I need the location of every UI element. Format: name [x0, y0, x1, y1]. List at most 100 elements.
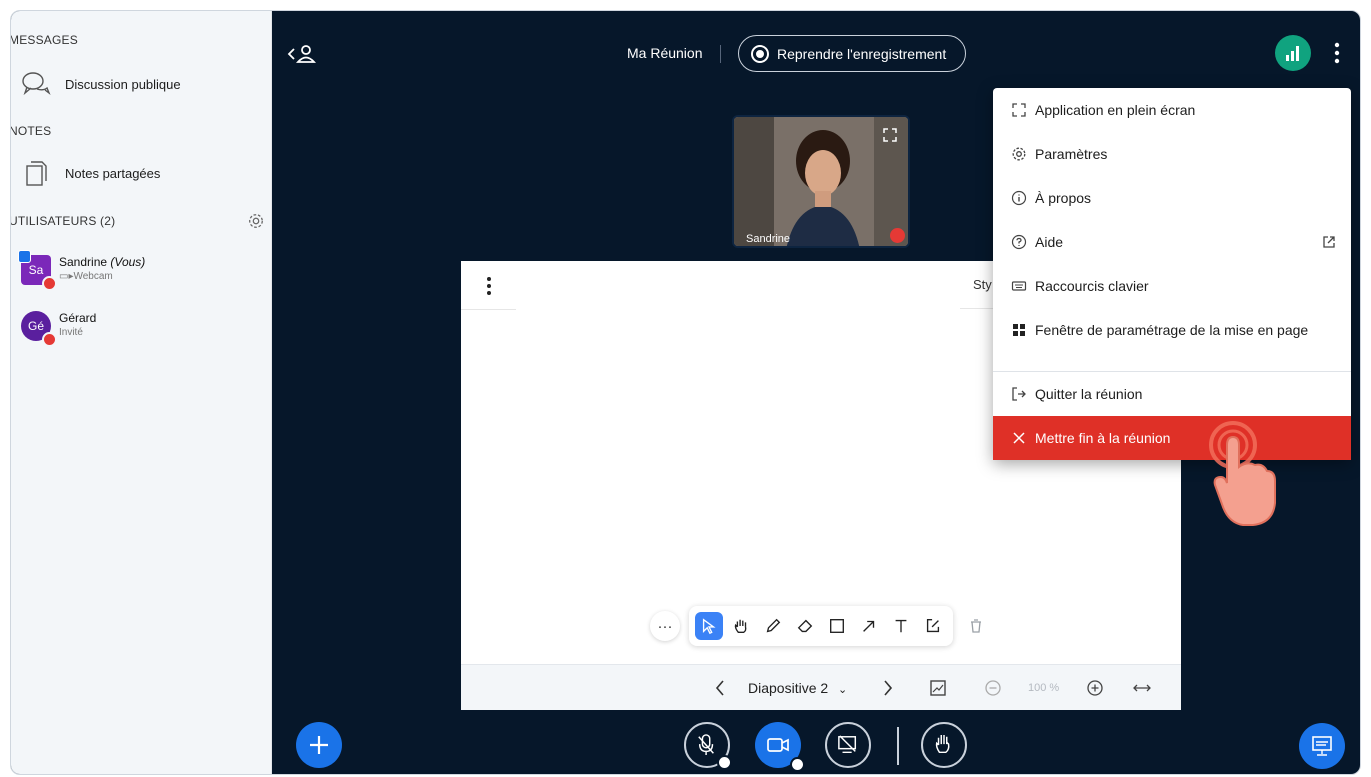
- user-name: Sandrine: [59, 255, 108, 269]
- fit-slide-icon[interactable]: [929, 679, 947, 697]
- cursor-arrow-icon: [702, 618, 716, 635]
- zoom-level: 100 %: [1028, 682, 1060, 694]
- menu-item-settings[interactable]: Paramètres: [993, 132, 1351, 176]
- notes-document-icon: [26, 161, 47, 186]
- raise-hand-icon: [935, 734, 950, 754]
- users-heading: UTILISATEURS (2): [10, 214, 116, 228]
- controls-divider: [897, 727, 899, 765]
- eraser-icon: [797, 619, 813, 633]
- menu-item-label: Aide: [1035, 234, 1064, 250]
- webcam-video-tile[interactable]: Sandrine: [732, 115, 910, 248]
- shared-notes-item[interactable]: Notes partagées: [21, 158, 160, 188]
- muted-mic-icon: [42, 276, 57, 291]
- toggle-users-panel-icon[interactable]: [287, 43, 317, 65]
- avatar-initials: Sa: [28, 263, 44, 277]
- video-muted-icon: [890, 228, 905, 243]
- user-name: Gérard: [59, 311, 97, 325]
- messages-heading: MESSAGES: [10, 33, 78, 47]
- presentation-screen-icon: [1312, 736, 1332, 756]
- keyboard-icon: [1011, 281, 1027, 291]
- screen-share-button[interactable]: [825, 722, 871, 768]
- meeting-title: Ma Réunion: [627, 45, 703, 61]
- microphone-toggle-button[interactable]: [684, 722, 732, 770]
- select-tool[interactable]: [695, 612, 723, 640]
- screen-share-off-icon: [838, 735, 857, 754]
- app-frame: MESSAGES Discussion publique NOTES Notes…: [10, 10, 1361, 775]
- more-tools-button[interactable]: ···: [650, 611, 680, 641]
- options-dropdown-menu: Application en plein écran Paramètres À …: [993, 88, 1351, 460]
- plus-icon: [310, 736, 328, 754]
- notes-heading: NOTES: [10, 124, 52, 138]
- pencil-tool[interactable]: [759, 612, 787, 640]
- resume-recording-button[interactable]: Reprendre l'enregistrement: [738, 35, 966, 72]
- next-slide-chevron-icon[interactable]: [881, 678, 895, 698]
- zoom-out-icon[interactable]: [984, 679, 1002, 697]
- raise-hand-button[interactable]: [921, 722, 967, 768]
- avatar-gerard: Gé: [21, 311, 57, 347]
- presentation-toggle-button[interactable]: [1299, 723, 1345, 769]
- video-options-badge-icon[interactable]: [790, 757, 805, 772]
- pan-tool[interactable]: [727, 612, 755, 640]
- public-chat-label: Discussion publique: [65, 76, 181, 92]
- fit-width-arrows-icon[interactable]: [1132, 681, 1152, 695]
- webcam-toggle-button[interactable]: [755, 722, 805, 772]
- menu-item-label: Mettre fin à la réunion: [1035, 430, 1171, 446]
- drawing-toolbar: [689, 606, 953, 646]
- pencil-icon: [766, 618, 781, 633]
- video-user-name: Sandrine: [746, 233, 791, 245]
- actions-add-button[interactable]: [296, 722, 342, 768]
- record-icon: [751, 44, 769, 63]
- layout-grid-icon: [1013, 324, 1025, 336]
- menu-item-about[interactable]: À propos: [993, 176, 1351, 220]
- menu-item-label: Fenêtre de paramétrage de la mise en pag…: [1035, 322, 1309, 338]
- presenter-badge-icon: [18, 250, 31, 263]
- sticky-note-tool[interactable]: [919, 612, 947, 640]
- menu-item-label: À propos: [1035, 190, 1092, 206]
- public-chat-item[interactable]: Discussion publique: [21, 69, 181, 99]
- options-kebab-icon[interactable]: [1329, 39, 1345, 67]
- hand-pan-icon: [734, 619, 747, 633]
- menu-item-label: Paramètres: [1035, 146, 1108, 162]
- arrow-tool[interactable]: [855, 612, 883, 640]
- fullscreen-expand-icon[interactable]: [882, 127, 898, 143]
- audio-options-badge-icon[interactable]: [717, 755, 732, 770]
- delete-trash-icon[interactable]: [964, 614, 988, 638]
- text-tool[interactable]: [887, 612, 915, 640]
- menu-item-label: Raccourcis clavier: [1035, 278, 1149, 294]
- menu-item-help[interactable]: Aide: [993, 220, 1351, 264]
- user-item-sandrine[interactable]: Sa Sandrine (Vous) ▭▸Webcam: [18, 250, 146, 291]
- menu-item-keyboard-shortcuts[interactable]: Raccourcis clavier: [993, 264, 1351, 308]
- slide-label: Diapositive 2: [748, 680, 829, 696]
- chevron-down-icon: ⌄: [838, 684, 848, 696]
- zoom-in-icon[interactable]: [1086, 679, 1104, 697]
- connection-status-button[interactable]: [1275, 35, 1311, 71]
- slide-navigation-bar: Diapositive 2 ⌄ 100 %: [461, 664, 1181, 710]
- help-question-icon: [1011, 234, 1027, 250]
- menu-item-fullscreen[interactable]: Application en plein écran: [993, 88, 1351, 132]
- previous-slide-chevron-icon[interactable]: [713, 678, 727, 698]
- external-link-icon: [1323, 236, 1335, 248]
- users-settings-gear-icon[interactable]: [247, 212, 265, 230]
- menu-item-end-meeting[interactable]: Mettre fin à la réunion: [993, 416, 1351, 460]
- muted-mic-icon: [42, 332, 57, 347]
- menu-item-leave-meeting[interactable]: Quitter la réunion: [993, 372, 1351, 416]
- rectangle-icon: [830, 619, 844, 633]
- info-icon: [1011, 190, 1027, 206]
- close-x-icon: [1013, 432, 1025, 444]
- rectangle-tool[interactable]: [823, 612, 851, 640]
- menu-item-layout-settings[interactable]: Fenêtre de paramétrage de la mise en pag…: [993, 308, 1351, 352]
- you-label: (Vous): [110, 255, 146, 269]
- webcam-icon: ▭▸: [59, 271, 74, 282]
- fullscreen-icon: [1012, 103, 1026, 117]
- options-tab-divider: [461, 309, 516, 310]
- record-label: Reprendre l'enregistrement: [777, 45, 947, 62]
- user-status: Invité: [59, 327, 83, 338]
- whiteboard-options-kebab-icon[interactable]: [483, 275, 495, 297]
- eraser-tool[interactable]: [791, 612, 819, 640]
- text-t-icon: [895, 619, 907, 633]
- user-item-gerard[interactable]: Gé Gérard Invité: [21, 311, 97, 347]
- slide-selector[interactable]: Diapositive 2 ⌄: [748, 680, 847, 696]
- chat-bubbles-icon: [22, 72, 51, 96]
- menu-item-label: Quitter la réunion: [1035, 386, 1143, 402]
- leave-exit-icon: [1012, 387, 1026, 401]
